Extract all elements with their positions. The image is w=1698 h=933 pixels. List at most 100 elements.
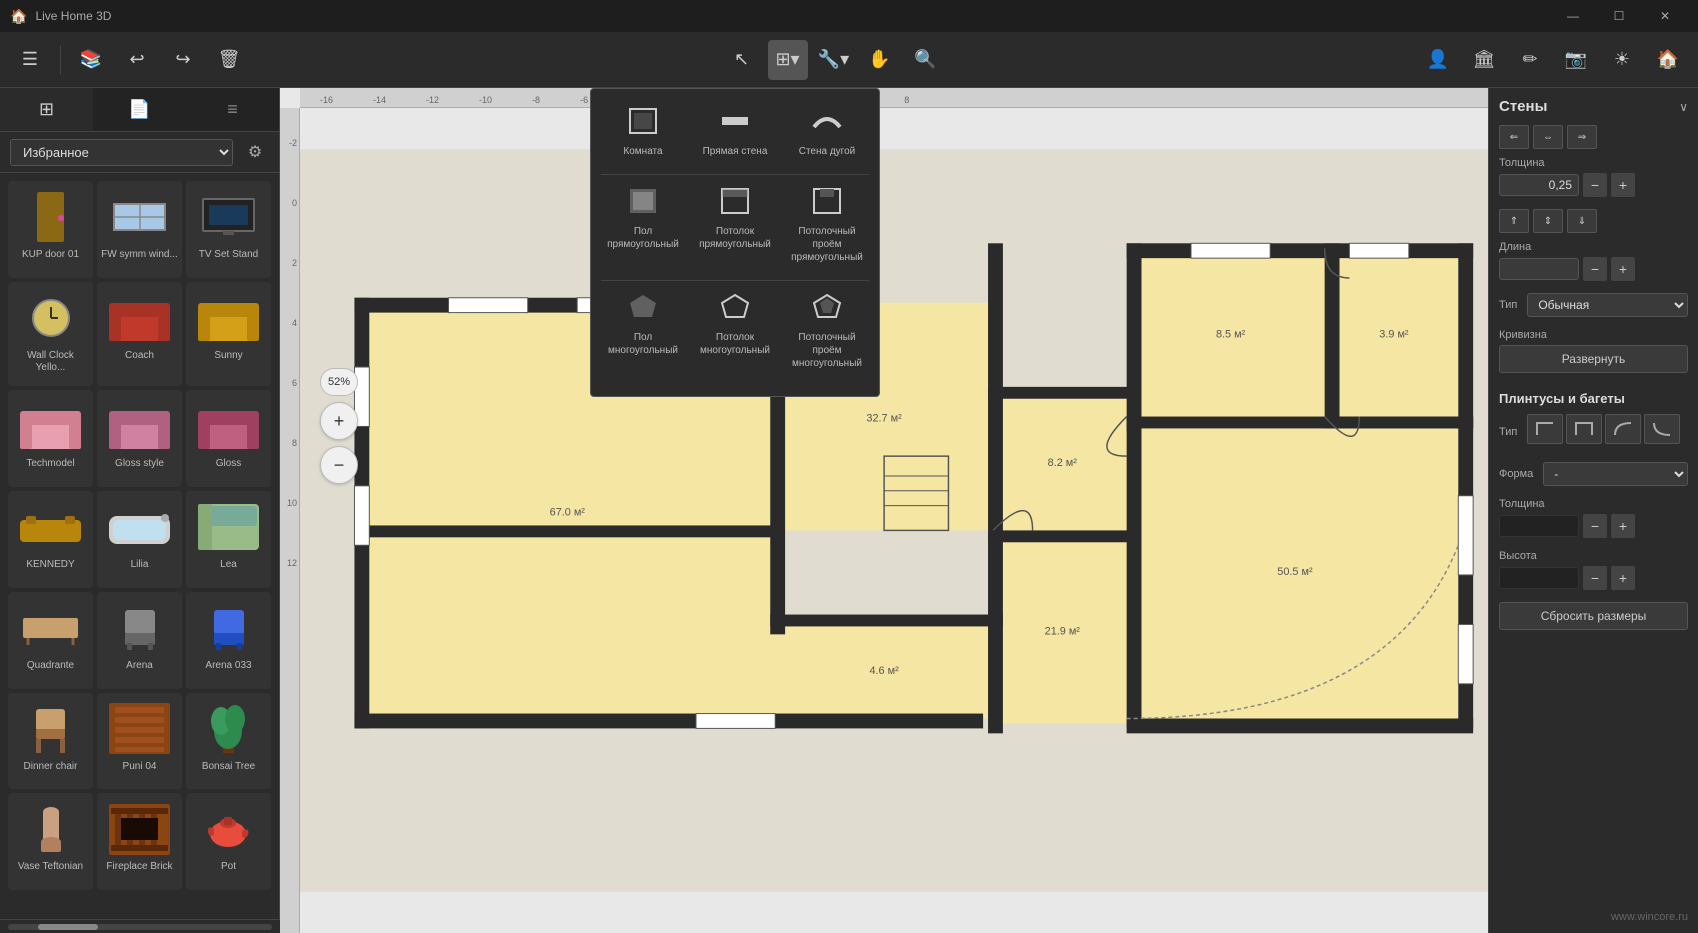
baseboard-height-plus[interactable]: + <box>1611 566 1635 590</box>
draw-menu-button[interactable]: ⊞▾ <box>768 40 808 80</box>
panel-chevron-icon[interactable]: ∨ <box>1679 100 1688 114</box>
thickness-minus[interactable]: − <box>1583 173 1607 197</box>
menu-straight-wall[interactable]: Прямая стена <box>693 99 777 166</box>
restore-button[interactable]: ☐ <box>1596 0 1642 32</box>
grid-item-gloss-style[interactable]: Gloss style <box>97 390 182 487</box>
baseboard-type-4[interactable] <box>1644 414 1680 444</box>
right-toolbar-pencil[interactable]: ✏ <box>1510 40 1550 80</box>
grid-item-kennedy[interactable]: KENNEDY <box>8 491 93 588</box>
grid-item-techmodel[interactable]: Techmodel <box>8 390 93 487</box>
hamburger-button[interactable]: ☰ <box>10 40 50 80</box>
poly-ceiling-opening-label: Потолочный проём многоугольный <box>789 331 865 370</box>
grid-item-kup-door-01[interactable]: KUP door 01 <box>8 181 93 278</box>
right-toolbar-person[interactable]: 👤 <box>1418 40 1458 80</box>
redo-button[interactable]: ↪ <box>163 40 203 80</box>
menu-room[interactable]: Комната <box>601 99 685 166</box>
menu-rect-floor[interactable]: Пол прямоугольный <box>601 179 685 272</box>
length-minus[interactable]: − <box>1583 257 1607 281</box>
select-tool[interactable]: ↖ <box>722 40 762 80</box>
right-toolbar-house[interactable]: 🏛 <box>1464 40 1504 80</box>
grid-item-bonsai-tree[interactable]: Bonsai Tree <box>186 693 271 790</box>
length-plus[interactable]: + <box>1611 257 1635 281</box>
tab-document[interactable]: 📄 <box>93 88 186 131</box>
thickness-section: Толщина − + <box>1499 157 1688 197</box>
close-button[interactable]: ✕ <box>1642 0 1688 32</box>
align-center-h-button[interactable]: ⇔ <box>1533 125 1563 149</box>
tab-list[interactable]: ≡ <box>186 88 279 131</box>
item-thumbnail <box>194 497 264 557</box>
align-top-button[interactable]: ⇑ <box>1499 209 1529 233</box>
align-left-button[interactable]: ⇐ <box>1499 125 1529 149</box>
floorplan[interactable]: 67.0 м² 32.7 м² 8.2 м² 8.5 м² 3.9 м² 50.… <box>300 108 1488 933</box>
delete-button[interactable]: 🗑 <box>209 40 249 80</box>
tools-button[interactable]: 🔧▾ <box>814 40 854 80</box>
grid-item-fw-symm-wind...[interactable]: FW symm wind... <box>97 181 182 278</box>
scrollbar-thumb[interactable] <box>38 924 98 930</box>
baseboard-height-minus[interactable]: − <box>1583 566 1607 590</box>
align-right-button[interactable]: ⇒ <box>1567 125 1597 149</box>
baseboard-type-1[interactable] <box>1527 414 1563 444</box>
expand-button[interactable]: Развернуть <box>1499 345 1688 373</box>
grid-item-dinner-chair[interactable]: Dinner chair <box>8 693 93 790</box>
grid-item-arena[interactable]: Arena <box>97 592 182 689</box>
hand-tool[interactable]: ✋ <box>860 40 900 80</box>
minimize-button[interactable]: — <box>1550 0 1596 32</box>
thickness-plus[interactable]: + <box>1611 173 1635 197</box>
menu-poly-ceiling[interactable]: Потолок многоугольный <box>693 285 777 378</box>
type-select[interactable]: Обычная <box>1527 293 1688 317</box>
settings-button[interactable]: ⚙ <box>241 138 269 166</box>
curvature-section: Кривизна Развернуть <box>1499 329 1688 379</box>
thickness-input[interactable] <box>1499 174 1579 196</box>
align-center-v-button[interactable]: ⇕ <box>1533 209 1563 233</box>
grid-item-fireplace-brick[interactable]: Fireplace Brick <box>97 793 182 890</box>
item-label: Lea <box>220 559 237 571</box>
length-input[interactable] <box>1499 258 1579 280</box>
menu-rect-ceiling-opening[interactable]: Потолочный проём прямоугольный <box>785 179 869 272</box>
baseboard-height-input[interactable] <box>1499 567 1579 589</box>
grid-item-tv-set-stand[interactable]: TV Set Stand <box>186 181 271 278</box>
right-toolbar-home[interactable]: 🏠 <box>1648 40 1688 80</box>
length-section: Длина − + <box>1499 241 1688 281</box>
right-toolbar-camera[interactable]: 📷 <box>1556 40 1596 80</box>
draw-dropdown-menu: Комната Прямая стена Стена дугой Пол пря… <box>590 88 880 397</box>
align-bottom-button[interactable]: ⇓ <box>1567 209 1597 233</box>
titlebar: 🏠 Live Home 3D — ☐ ✕ <box>0 0 1698 32</box>
grid-item-wall-clock-yello...[interactable]: Wall Clock Yello... <box>8 282 93 387</box>
grid-item-lea[interactable]: Lea <box>186 491 271 588</box>
reset-sizes-button[interactable]: Сбросить размеры <box>1499 602 1688 630</box>
menu-rect-ceiling[interactable]: Потолок прямоугольный <box>693 179 777 272</box>
undo-button[interactable]: ↩ <box>117 40 157 80</box>
menu-poly-ceiling-opening[interactable]: Потолочный проём многоугольный <box>785 285 869 378</box>
grid-item-pot[interactable]: Pot <box>186 793 271 890</box>
grid-item-vase-teftonian[interactable]: Vase Teftonian <box>8 793 93 890</box>
tab-grid[interactable]: ⊞ <box>0 88 93 131</box>
category-select[interactable]: Избранное <box>10 139 233 166</box>
grid-item-lilia[interactable]: Lilia <box>97 491 182 588</box>
baseboard-shape-select[interactable]: - <box>1543 462 1688 486</box>
left-panel-header: Избранное ⚙ <box>0 132 279 173</box>
baseboard-type-3[interactable] <box>1605 414 1641 444</box>
baseboard-thickness-input[interactable] <box>1499 515 1579 537</box>
right-toolbar-sun[interactable]: ☀ <box>1602 40 1642 80</box>
grid-item-gloss[interactable]: Gloss <box>186 390 271 487</box>
grid-item-quadrante[interactable]: Quadrante <box>8 592 93 689</box>
baseboard-thickness-plus[interactable]: + <box>1611 514 1635 538</box>
grid-item-coach[interactable]: Coach <box>97 282 182 387</box>
horizontal-scrollbar[interactable] <box>0 919 280 933</box>
item-thumbnail <box>16 288 86 348</box>
zoom-in-button[interactable]: + <box>320 402 358 440</box>
baseboard-thickness-section: Толщина − + <box>1499 498 1688 538</box>
baseboard-thickness-minus[interactable]: − <box>1583 514 1607 538</box>
baseboard-type-label: Тип <box>1499 426 1517 438</box>
menu-arc-wall[interactable]: Стена дугой <box>785 99 869 166</box>
grid-item-puni-04[interactable]: Puni 04 <box>97 693 182 790</box>
zoom-tool[interactable]: 🔍 <box>906 40 946 80</box>
zoom-out-button[interactable]: − <box>320 446 358 484</box>
canvas-area[interactable]: -16 -14 -12 -10 -8 -6 -4 -2 0 2 4 6 8 -2… <box>280 88 1488 933</box>
baseboard-type-2[interactable] <box>1566 414 1602 444</box>
grid-item-arena-033[interactable]: Arena 033 <box>186 592 271 689</box>
menu-poly-floor[interactable]: Пол многоугольный <box>601 285 685 378</box>
libraries-button[interactable]: 📚 <box>71 40 111 80</box>
grid-item-sunny[interactable]: Sunny <box>186 282 271 387</box>
baseboard-shape-label: Форма <box>1499 468 1533 480</box>
